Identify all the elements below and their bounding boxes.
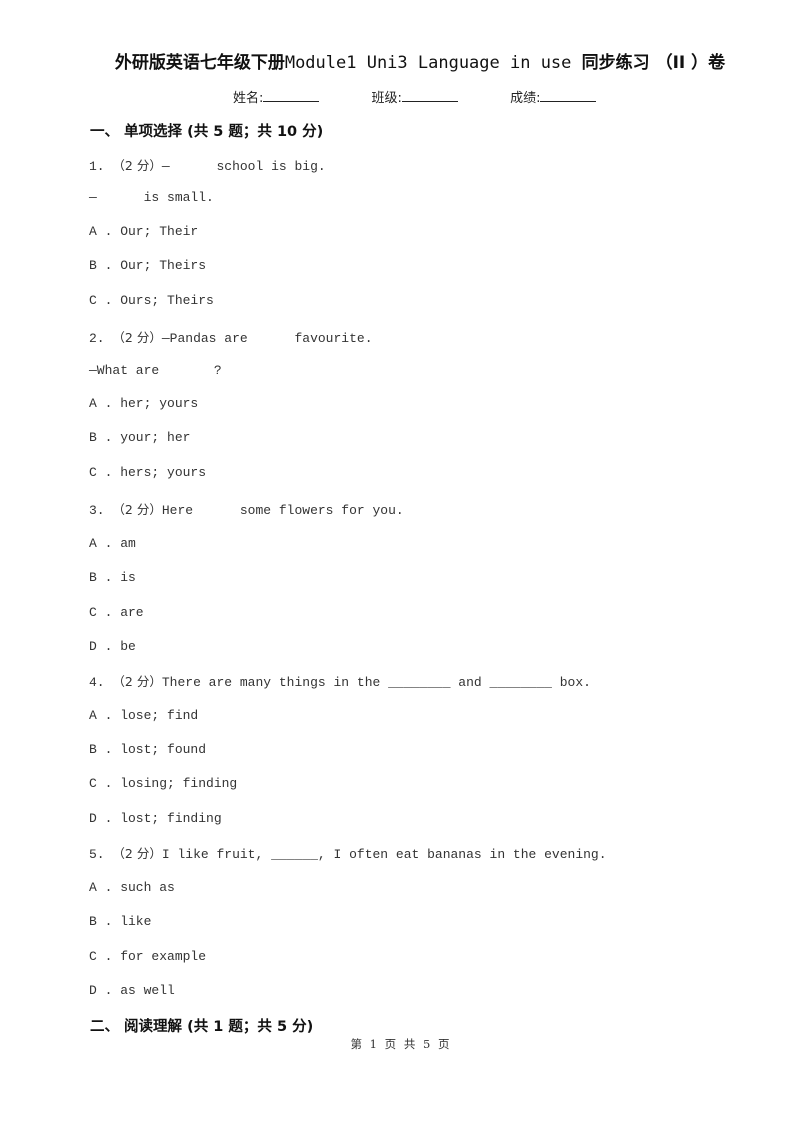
question-3: 3. （2 分）Here some flowers for you. <box>89 499 404 518</box>
question-number: 1. <box>89 159 105 174</box>
question-stem: — school is big. <box>161 159 326 174</box>
question-stem: I like fruit, ______, I often eat banana… <box>161 847 607 862</box>
question-4: 4. （2 分）There are many things in the ___… <box>89 671 591 690</box>
question-1-stem-2: — is small. <box>89 190 214 205</box>
option-3a[interactable]: A . am <box>89 536 136 551</box>
option-2b[interactable]: B . your; her <box>89 430 190 445</box>
option-4c[interactable]: C . losing; finding <box>89 776 237 791</box>
title-cjk-suffix: 同步练习 （II ）卷 <box>581 53 726 73</box>
question-stem: —Pandas are favourite. <box>161 331 373 346</box>
option-4b[interactable]: B . lost; found <box>89 742 206 757</box>
option-1c[interactable]: C . Ours; Theirs <box>89 293 214 308</box>
name-label: 姓名: <box>233 91 264 106</box>
question-number: 3. <box>89 503 105 518</box>
question-number: 2. <box>89 331 105 346</box>
question-score: （2 分） <box>112 330 162 345</box>
question-stem: There are many things in the ________ an… <box>161 675 591 690</box>
score-field[interactable]: 成绩: <box>510 87 597 106</box>
question-5: 5. （2 分）I like fruit, ______, I often ea… <box>89 843 607 862</box>
option-1a[interactable]: A . Our; Their <box>89 224 198 239</box>
question-stem: Here some flowers for you. <box>161 503 404 518</box>
question-1: 1. （2 分）— school is big. <box>89 155 326 174</box>
question-score: （2 分） <box>112 846 162 861</box>
option-5a[interactable]: A . such as <box>89 880 175 895</box>
option-2c[interactable]: C . hers; yours <box>89 465 206 480</box>
section-heading-reading: 二、 阅读理解 (共 1 题；共 5 分) <box>90 1019 314 1035</box>
option-5b[interactable]: B . like <box>89 914 151 929</box>
question-score: （2 分） <box>112 674 162 689</box>
score-blank[interactable] <box>540 89 597 102</box>
section-heading-single-choice: 一、 单项选择 (共 5 题；共 10 分) <box>90 124 324 140</box>
title-latin: Module1 Uni3 Language in use <box>284 53 572 73</box>
question-2-stem-2: —What are ? <box>89 363 222 378</box>
option-4a[interactable]: A . lose; find <box>89 708 198 723</box>
class-label: 班级: <box>371 91 402 106</box>
student-info-row: 姓名: 班级: 成绩: <box>233 87 644 106</box>
name-blank[interactable] <box>263 89 320 102</box>
score-label: 成绩: <box>510 91 541 106</box>
class-blank[interactable] <box>401 89 458 102</box>
name-field[interactable]: 姓名: <box>233 87 320 106</box>
exam-page: 外研版英语七年级下册Module1 Uni3 Language in use 同… <box>0 0 800 1132</box>
option-5d[interactable]: D . as well <box>89 983 175 998</box>
document-title: 外研版英语七年级下册Module1 Uni3 Language in use 同… <box>0 48 800 73</box>
option-3b[interactable]: B . is <box>89 570 136 585</box>
option-3c[interactable]: C . are <box>89 605 144 620</box>
option-3d[interactable]: D . be <box>89 639 136 654</box>
option-2a[interactable]: A . her; yours <box>89 396 198 411</box>
option-5c[interactable]: C . for example <box>89 949 206 964</box>
question-score: （2 分） <box>112 158 162 173</box>
class-field[interactable]: 班级: <box>372 87 458 106</box>
page-footer: 第 1 页 共 5 页 <box>350 1037 450 1051</box>
title-cjk-prefix: 外研版英语七年级下册 <box>114 53 285 73</box>
question-number: 5. <box>89 847 105 862</box>
option-1b[interactable]: B . Our; Theirs <box>89 258 206 273</box>
question-score: （2 分） <box>112 502 162 517</box>
option-4d[interactable]: D . lost; finding <box>89 811 222 826</box>
question-number: 4. <box>89 675 105 690</box>
question-2: 2. （2 分）—Pandas are favourite. <box>89 327 373 346</box>
